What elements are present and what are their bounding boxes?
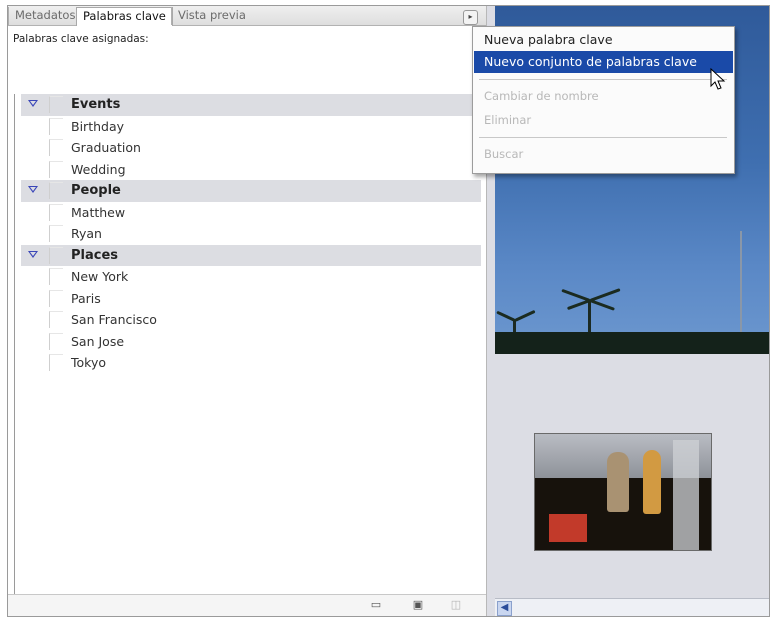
keyword-checkbox[interactable] [49,246,63,264]
menu-separator [479,79,727,80]
menu-item-eliminar[interactable]: Eliminar [474,109,733,131]
keyword-group-label: Places [71,247,119,263]
keyword-checkbox[interactable] [49,332,63,350]
keyword-group-people[interactable]: People [21,180,481,202]
keyword-checkbox[interactable] [49,311,63,328]
tab-palabras-clave[interactable]: Palabras clave [76,7,173,26]
menu-separator [479,137,727,138]
keyword-checkbox[interactable] [49,182,63,199]
scroll-left-icon[interactable]: ◀ [497,601,512,616]
keywords-toolbar: ▭ ▣ ◫ [8,594,486,616]
keyword-checkbox[interactable] [49,289,63,307]
keyword-label: Matthew [71,204,126,220]
photo-figure [643,450,661,514]
keyword-label: Tokyo [71,355,106,370]
keyword-group-places[interactable]: Places [21,244,481,266]
keyword-label: Wedding [71,161,126,177]
keyword-tree: Events Birthday Graduation Wedding Peopl… [21,94,481,374]
panel-context-menu: Nueva palabra clave Nuevo conjunto de pa… [472,26,735,174]
keyword-label: Ryan [71,226,102,241]
keyword-label: Birthday [71,118,125,134]
tree-line [495,332,769,354]
keyword-checkbox[interactable] [49,96,63,113]
keyword-item[interactable]: Graduation [21,137,481,159]
keyword-item[interactable]: Birthday [21,116,481,138]
new-keyword-icon[interactable]: ▣ [412,599,424,610]
keyword-checkbox[interactable] [49,354,63,371]
tab-metadatos[interactable]: Metadatos [8,7,81,25]
keyword-group-label: Events [71,97,121,112]
tab-vista-previa[interactable]: Vista previa [171,7,252,25]
photo-figure [607,452,629,512]
palm-leaf [496,310,516,322]
keyword-item[interactable]: San Francisco [21,309,481,331]
new-keyword-set-icon[interactable]: ▭ [370,599,382,610]
menu-item-nuevo-conjunto[interactable]: Nuevo conjunto de palabras clave [474,51,733,73]
assigned-keywords-label: Palabras clave asignadas: [13,33,149,45]
keyword-item[interactable]: Wedding [21,159,481,181]
keyword-checkbox[interactable] [49,268,63,285]
menu-item-nueva-palabra-clave[interactable]: Nueva palabra clave [474,29,733,51]
keyword-label: Graduation [71,140,141,155]
keyword-item[interactable]: San Jose [21,331,481,353]
keyword-label: New York [71,269,129,284]
keyword-checkbox[interactable] [49,203,63,221]
thumbnail-photo[interactable] [534,433,712,551]
expand-triangle-icon[interactable] [28,100,38,107]
keyword-group-events[interactable]: Events [21,94,481,116]
palm-leaf [514,309,536,322]
palm-leaf [566,299,591,311]
menu-item-cambiar-nombre[interactable]: Cambiar de nombre [474,85,733,107]
keyword-label: San Jose [71,333,125,349]
delete-icon[interactable]: ◫ [450,599,462,610]
mouse-pointer-icon [710,68,726,90]
keyword-checkbox[interactable] [49,117,63,135]
panel-divider-line [14,94,15,594]
keyword-checkbox[interactable] [49,139,63,156]
keyword-item[interactable]: New York [21,266,481,288]
photo-red-object [549,514,587,542]
keyword-label: San Francisco [71,312,157,327]
keyword-item[interactable]: Ryan [21,223,481,245]
keyword-label: Paris [71,290,101,306]
panel-menu-button[interactable]: ▸ [463,10,478,25]
keyword-group-label: People [71,183,121,198]
photo-door [673,440,699,550]
preview-scrollbar[interactable]: ◀ [495,598,769,616]
keyword-item[interactable]: Matthew [21,202,481,224]
expand-triangle-icon[interactable] [28,250,38,258]
palm-leaf [589,299,615,311]
keyword-checkbox[interactable] [49,225,63,242]
circle-arrow-icon: ▸ [468,12,473,21]
keywords-panel: Metadatos Palabras clave Vista previa ▸ … [8,6,487,616]
keyword-item[interactable]: Paris [21,288,481,310]
keyword-checkbox[interactable] [49,160,63,178]
expand-triangle-icon[interactable] [28,186,38,193]
menu-item-buscar[interactable]: Buscar [474,143,733,165]
keyword-item[interactable]: Tokyo [21,352,481,374]
panel-tabstrip: Metadatos Palabras clave Vista previa ▸ [8,6,486,26]
